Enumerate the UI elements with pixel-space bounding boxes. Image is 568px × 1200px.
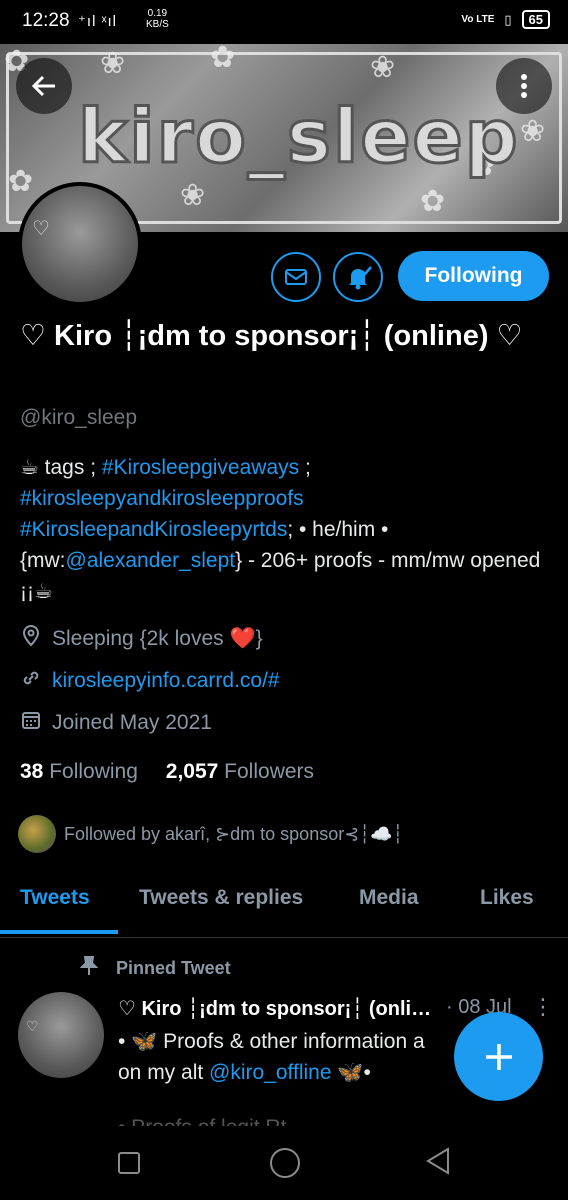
tweet-author[interactable]: ♡ Kiro ┆¡dm to sponsor¡┆ (online) ♡	[118, 996, 434, 1021]
heart-decoration-icon: ♡	[26, 1018, 39, 1034]
pinned-label: Pinned Tweet	[79, 956, 231, 981]
flower-decoration: ✿	[8, 165, 34, 198]
signal-icon: ⁺ıl ˣıl	[78, 13, 118, 30]
tweet-text: • 🦋 Proofs & other information a	[118, 1030, 425, 1053]
status-time: 12:28	[22, 10, 70, 31]
volte-icon: Vo LTE	[461, 14, 495, 25]
follower-avatar	[18, 815, 56, 853]
envelope-icon	[285, 269, 307, 285]
tab-tweets[interactable]: Tweets	[20, 886, 90, 910]
flower-decoration: ✿	[420, 185, 446, 218]
profile-bio: ☕ tags ; #Kirosleepgiveaways ; #kiroslee…	[20, 452, 550, 607]
hashtag-link[interactable]: #kirosleepyandkirosleepproofs	[20, 487, 304, 510]
tab-likes[interactable]: Likes	[480, 886, 534, 910]
active-tab-indicator	[0, 930, 118, 934]
more-options-button[interactable]	[496, 58, 552, 114]
following-button[interactable]: Following	[398, 251, 549, 301]
back-button[interactable]	[16, 58, 72, 114]
plus-icon	[485, 1043, 512, 1070]
profile-tabs: Tweets Tweets & replies Media Likes	[0, 866, 568, 938]
calendar-icon	[20, 710, 42, 735]
mention-link[interactable]: @alexander_slept	[66, 549, 236, 572]
following-count-link[interactable]: 38 Following	[20, 760, 138, 783]
mention-link[interactable]: @kiro_offline	[209, 1061, 332, 1084]
compose-tweet-button[interactable]	[454, 1012, 543, 1101]
profile-avatar[interactable]: ♡	[18, 182, 142, 306]
following-label: Following	[49, 760, 138, 783]
system-nav-bar	[0, 1126, 568, 1200]
followers-count: 2,057	[165, 760, 219, 783]
hashtag-link[interactable]: #KirosleepandKirosleepyrtds	[20, 518, 287, 541]
flower-decoration: ❀	[370, 51, 396, 84]
triangle-back-icon	[426, 1147, 449, 1175]
bell-check-icon	[349, 266, 372, 290]
website-link[interactable]: kirosleepyinfo.carrd.co/#	[52, 669, 280, 693]
followed-by-text: Followed by akarî, ⊱dm to sponsor⊰┆☁️┆	[64, 823, 404, 844]
flower-decoration: ❀	[180, 179, 206, 212]
heart-decoration-icon: ♡	[32, 218, 50, 240]
bio-text: {mw:	[20, 549, 66, 572]
follow-counts: 38 Following 2,057 Followers	[20, 760, 314, 784]
profile-joined: Joined May 2021	[20, 710, 212, 735]
flower-decoration: ✿	[210, 44, 236, 74]
location-pin-icon	[20, 624, 42, 652]
network-speed: 0.19 KB/S	[146, 8, 169, 30]
tab-tweets-replies[interactable]: Tweets & replies	[139, 886, 303, 910]
joined-text: Joined May 2021	[52, 710, 212, 734]
profile-handle: @kiro_sleep	[20, 406, 138, 429]
vibrate-icon: ▯	[504, 11, 512, 27]
pinned-text: Pinned Tweet	[116, 958, 231, 978]
display-name: ♡ Kiro ┆¡dm to sponsor¡┆ (online) ♡	[20, 320, 523, 352]
battery-icon: 65	[521, 10, 550, 29]
push-pin-icon	[79, 956, 99, 981]
followers-label: Followers	[224, 760, 315, 783]
home-button[interactable]	[270, 1148, 300, 1178]
followed-by[interactable]: Followed by akarî, ⊱dm to sponsor⊰┆☁️┆	[18, 815, 403, 853]
profile-website: kirosleepyinfo.carrd.co/#	[20, 668, 280, 693]
hashtag-link[interactable]: #Kirosleepgiveaways	[102, 456, 299, 479]
status-bar: 12:28 ⁺ıl ˣıl 0.19 KB/S Vo LTE ▯ 65	[0, 0, 568, 44]
message-button[interactable]	[271, 252, 321, 302]
tweet-body[interactable]: • 🦋 Proofs & other information a on my a…	[118, 1026, 468, 1088]
flower-decoration: ❀	[100, 47, 126, 80]
following-count: 38	[20, 760, 44, 783]
tweet-more-icon[interactable]: ⋮	[532, 994, 554, 1020]
arrow-left-icon	[31, 75, 55, 97]
tweet-avatar[interactable]: ♡	[18, 992, 104, 1078]
link-icon	[20, 668, 42, 693]
bio-text: ;	[299, 456, 311, 479]
bio-text: ☕ tags ;	[20, 456, 102, 479]
more-vertical-icon	[521, 74, 527, 98]
flower-decoration: ❀	[520, 115, 546, 148]
profile-location: Sleeping {2k loves ❤️}	[20, 624, 263, 652]
notifications-button[interactable]	[333, 252, 383, 302]
tweet-text: on my alt	[118, 1061, 210, 1084]
tweet-text: 🦋•	[331, 1061, 371, 1084]
network-speed-unit: KB/S	[146, 19, 169, 30]
location-text: Sleeping {2k loves ❤️}	[52, 626, 263, 650]
followers-count-link[interactable]: 2,057 Followers	[166, 760, 314, 783]
network-speed-value: 0.19	[147, 8, 168, 19]
bio-text: ; • he/him •	[287, 518, 389, 541]
back-nav-button[interactable]	[424, 1146, 452, 1184]
recents-button[interactable]	[118, 1152, 140, 1174]
tab-media[interactable]: Media	[359, 886, 419, 910]
banner-logo: kiro_sleep	[77, 93, 520, 182]
